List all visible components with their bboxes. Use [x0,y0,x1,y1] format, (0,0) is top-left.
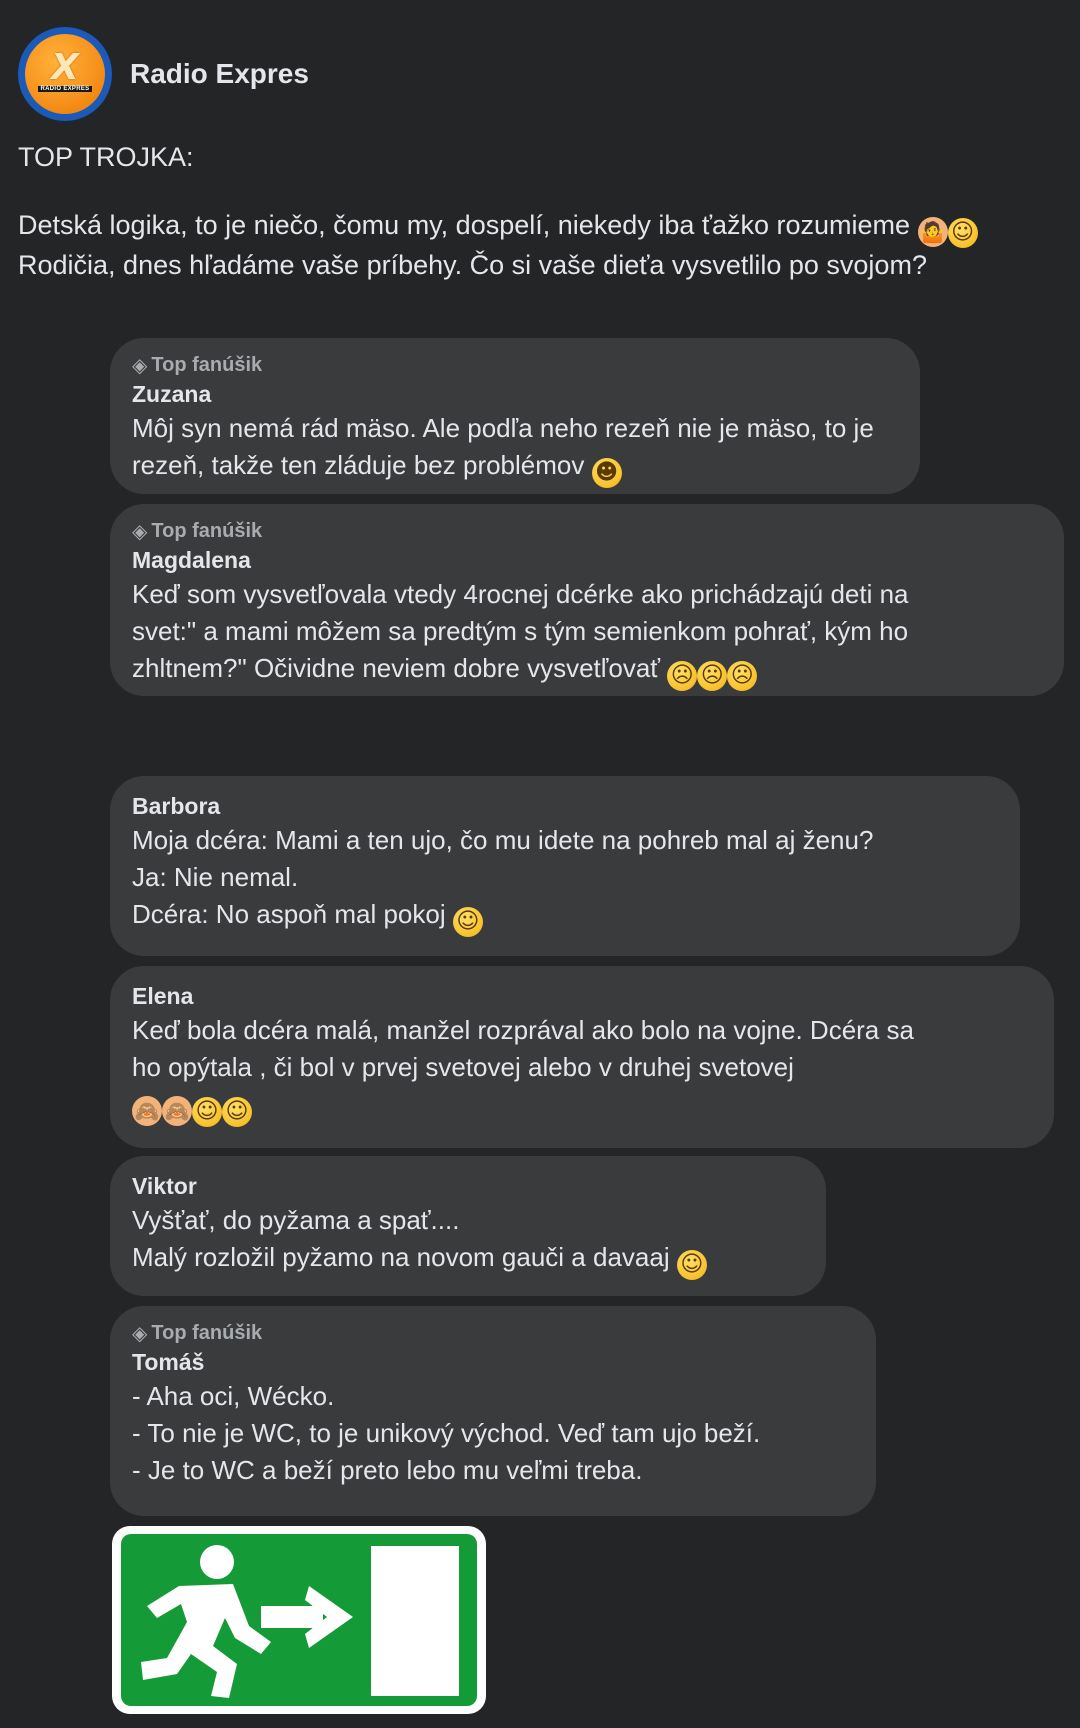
post-line-2: Rodičia, dnes hľadáme vaše príbehy. Čo s… [18,250,927,280]
comment-line: Vyšťať, do pyžama a spať.... [132,1205,460,1235]
comment-line: Keď som vysvetľovala vtedy 4rocnej dcérk… [132,579,909,609]
grinning-sweat-emoji-icon: ☺ [676,1250,707,1280]
person-shrugging-emoji-icon: 🤷 [917,217,948,247]
exit-sign-panel [121,1534,477,1706]
comment-line: - To nie je WC, to je unikový východ. Ve… [132,1418,761,1448]
grinning-face-emoji-icon: ☺ [947,218,978,248]
page-avatar[interactable]: X RADIO EXPRES [18,27,112,121]
page-name[interactable]: Radio Expres [130,58,309,90]
comment-line: Ja: Nie nemal. [132,862,299,892]
post-heading: TOP TROJKA: [18,142,194,172]
comment-image-exit-sign[interactable] [112,1526,486,1714]
diamond-icon: ◈ [132,353,148,377]
post-line-1: Detská logika, to je niečo, čomu my, dos… [18,210,911,240]
comment-line: svet:" a mami môžem sa predtým s tým sem… [132,616,909,646]
comment-author[interactable]: Viktor [132,1170,804,1202]
post-text: TOP TROJKA: Detská logika, to je niečo, … [18,140,1058,282]
comment-viktor[interactable]: Viktor Vyšťať, do pyžama a spať.... Malý… [110,1156,826,1296]
badge-label: Top fanúšik [151,1322,263,1344]
comment-author[interactable]: Tomáš [132,1346,854,1378]
comment-zuzana[interactable]: ◈ Top fanúšik Zuzana Môj syn nemá rád mä… [110,338,920,494]
comment-barbora[interactable]: Barbora Moja dcéra: Mami a ten ujo, čo m… [110,776,1020,956]
face-with-tears-of-joy-emoji-icon: ☺ [222,1097,252,1127]
badge-label: Top fanúšik [151,354,263,376]
comment-author[interactable]: Elena [132,980,1032,1012]
top-fan-badge: ◈ Top fanúšik [132,1320,854,1346]
beaming-face-emoji-icon: ☻ [591,458,622,488]
running-man-exit-icon [141,1545,459,1698]
top-fan-badge: ◈ Top fanúšik [132,518,1042,544]
diamond-icon: ◈ [132,519,148,543]
comment-author[interactable]: Barbora [132,790,998,822]
face-screaming-emoji-icon: ☹ [727,661,758,691]
see-no-evil-monkey-emoji-icon: 🙈 [132,1096,162,1126]
see-no-evil-monkey-emoji-icon: 🙈 [162,1096,192,1126]
comment-line: Dcéra: No aspoň mal pokoj [132,899,446,929]
face-screaming-emoji-icon: ☹ [667,661,698,691]
post-body: Detská logika, to je niečo, čomu my, dos… [18,208,1058,282]
comment-line: ho opýtala , či bol v prvej svetovej ale… [132,1052,794,1082]
comment-magdalena[interactable]: ◈ Top fanúšik Magdalena Keď som vysvetľo… [110,504,1064,696]
comment-tomas[interactable]: ◈ Top fanúšik Tomáš - Aha oci, Wécko. - … [110,1306,876,1516]
logo-letter: X [51,47,79,88]
comment-line: Moja dcéra: Mami a ten ujo, čo mu idete … [132,825,874,855]
comment-line: zhltnem?" Očividne neviem dobre vysvetľo… [132,653,661,683]
comment-text: Môj syn nemá rád mäso. Ale podľa neho re… [132,410,898,488]
comment-line: - Je to WC a beží preto lebo mu veľmi tr… [132,1455,643,1485]
grinning-face-emoji-icon: ☺ [452,907,483,937]
post-header: X RADIO EXPRES Radio Expres [18,26,309,122]
face-screaming-emoji-icon: ☹ [697,661,728,691]
comment-author[interactable]: Zuzana [132,378,898,410]
comment-line: - Aha oci, Wécko. [132,1381,335,1411]
diamond-icon: ◈ [132,1321,148,1345]
comment-text: Moja dcéra: Mami a ten ujo, čo mu idete … [132,822,998,937]
top-fan-badge: ◈ Top fanúšik [132,352,898,378]
comment-elena[interactable]: Elena Keď bola dcéra malá, manžel rozprá… [110,966,1054,1148]
comment-line: Môj syn nemá rád mäso. Ale podľa neho re… [132,413,874,443]
logo-brand: RADIO EXPRES [37,86,93,92]
comment-line: Malý rozložil pyžamo na novom gauči a da… [132,1242,670,1272]
comment-line: rezeň, takže ten zláduje bez problémov [132,450,585,480]
comment-author[interactable]: Magdalena [132,544,1042,576]
comment-text: Keď som vysvetľovala vtedy 4rocnej dcérk… [132,576,1042,691]
comment-text: Keď bola dcéra malá, manžel rozprával ak… [132,1012,1032,1127]
badge-label: Top fanúšik [151,520,263,542]
comment-text: - Aha oci, Wécko. - To nie je WC, to je … [132,1378,854,1489]
comment-text: Vyšťať, do pyžama a spať.... Malý rozlož… [132,1202,804,1280]
comment-line: Keď bola dcéra malá, manžel rozprával ak… [132,1015,914,1045]
face-with-tears-of-joy-emoji-icon: ☺ [192,1097,222,1127]
radio-expres-logo: X RADIO EXPRES [25,34,105,114]
